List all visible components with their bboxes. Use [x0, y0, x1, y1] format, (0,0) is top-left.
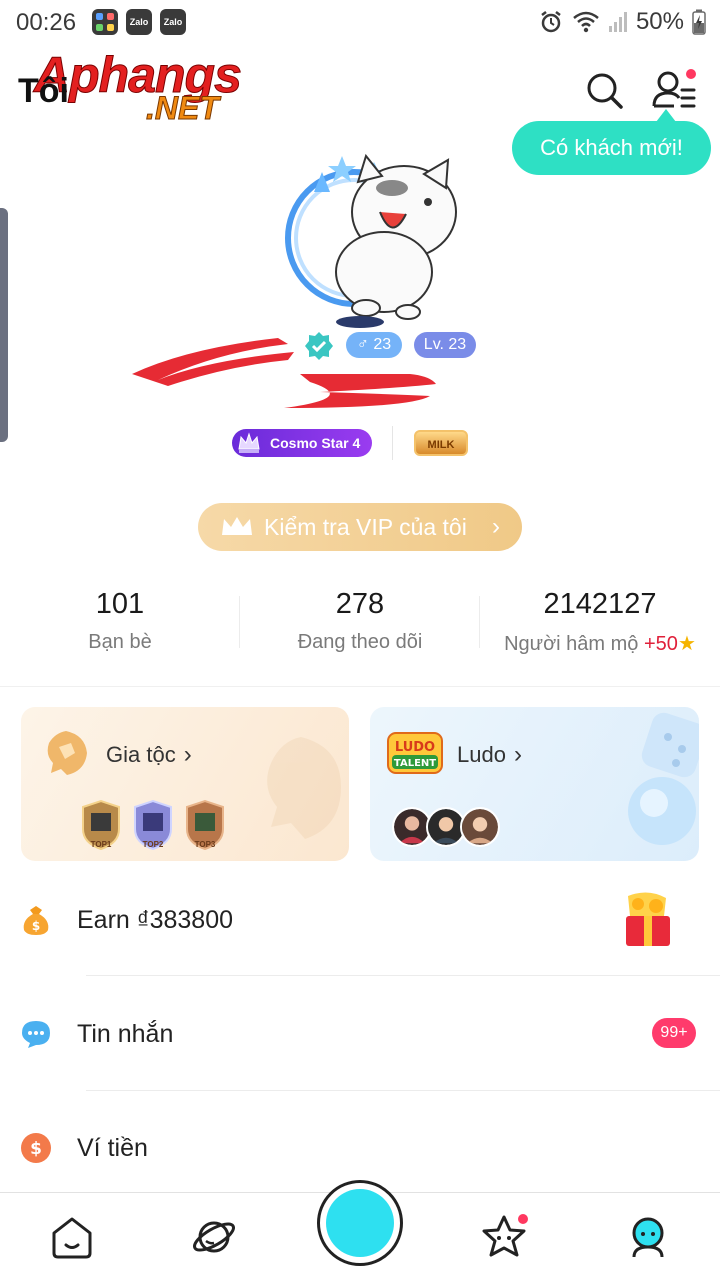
- visitors-notification-dot: [684, 67, 698, 81]
- redacted-user-id: [284, 374, 436, 408]
- status-right: 50%: [538, 8, 706, 36]
- profile-icon[interactable]: [624, 1213, 672, 1261]
- top1-clan-badge: TOP1: [77, 799, 125, 851]
- player-avatar-3: [460, 807, 500, 847]
- menu-earn[interactable]: $ Earn ₫383800: [0, 870, 720, 970]
- check-vip-label: Kiểm tra VIP của tôi: [264, 514, 467, 540]
- status-bar: 00:26 Zalo Zalo 50%: [0, 0, 720, 46]
- svg-text:LUDO: LUDO: [395, 740, 435, 755]
- menu-earn-label: Earn ₫383800: [77, 906, 234, 934]
- redacted-username: [132, 338, 294, 386]
- top1-label: TOP1: [90, 840, 112, 849]
- menu-messages[interactable]: Tin nhắn: [0, 984, 720, 1084]
- svg-text:TALENT: TALENT: [394, 758, 436, 769]
- stat-fans[interactable]: 2142127 Người hâm mộ +50★: [480, 588, 720, 656]
- crown-medal-icon: [238, 432, 260, 453]
- top2-clan-badge: TOP2: [129, 799, 177, 851]
- alarm-icon: [541, 11, 561, 33]
- live-button-inner: [326, 1189, 394, 1257]
- level-badge[interactable]: Lv. 23: [414, 332, 476, 358]
- section-divider: [0, 686, 720, 687]
- zalo-notification-icon: Zalo: [126, 9, 152, 35]
- app-folder-icon: [92, 9, 118, 35]
- menu-messages-label: Tin nhắn: [77, 1020, 174, 1048]
- ludo-title: Ludo: [457, 742, 506, 767]
- chat-bubble-icon: [22, 1021, 50, 1048]
- medal-divider: [392, 426, 393, 460]
- following-label: Đang theo dõi: [297, 631, 423, 653]
- chevron-right-icon: ›: [513, 741, 522, 768]
- crown-icon: [222, 517, 252, 535]
- milk-medal[interactable]: MILK: [414, 430, 468, 456]
- battery-percentage: 50%: [635, 8, 684, 35]
- wallet-dollar-icon: $: [21, 1133, 51, 1163]
- search-icon[interactable]: [584, 70, 624, 110]
- star-icon: ★: [677, 633, 696, 655]
- top3-label: TOP3: [194, 840, 216, 849]
- chevron-right-icon: ›: [492, 513, 500, 540]
- verified-icon: [305, 332, 333, 360]
- top3-clan-badge: TOP3: [181, 799, 229, 851]
- wifi-icon: [573, 11, 599, 33]
- ludo-title-row: Ludo ›: [457, 741, 522, 769]
- clan-title: Gia tộc: [106, 742, 176, 767]
- profile-avatar[interactable]: [284, 152, 474, 332]
- fans-label: Người hâm mộ: [504, 633, 639, 655]
- dice-decoration-icon: [628, 712, 699, 845]
- friends-count: 101: [95, 588, 145, 620]
- battery-charging-icon: [692, 9, 706, 35]
- cosmo-star-label: Cosmo Star 4: [270, 435, 361, 451]
- ludo-card[interactable]: LUDO TALENT Ludo ›: [370, 707, 699, 861]
- status-time: 00:26: [16, 9, 77, 36]
- zalo-notification-icon-2: Zalo: [160, 9, 186, 35]
- svg-text:$: $: [32, 919, 40, 933]
- page-title: Tôi: [18, 72, 69, 110]
- cosmo-star-badge[interactable]: Cosmo Star 4: [232, 429, 372, 457]
- profile-stats: 101 Bạn bè 278 Đang theo dõi 2142127 Ngư…: [0, 588, 720, 658]
- edge-panel-handle[interactable]: [0, 208, 8, 442]
- signal-icon: [608, 12, 627, 32]
- menu-wallet-label: Ví tiền: [77, 1134, 148, 1162]
- top2-label: TOP2: [142, 840, 164, 849]
- unread-messages-badge: 99+: [652, 1018, 696, 1048]
- clan-card[interactable]: Gia tộc › TOP1 TOP2 TOP3: [21, 707, 349, 861]
- new-visitors-tooltip[interactable]: Có khách mới!: [512, 121, 711, 175]
- check-vip-button[interactable]: Kiểm tra VIP của tôi ›: [198, 503, 522, 551]
- gender-age-badge: ♂ 23: [346, 332, 402, 358]
- watermark-logo-bottom: .NET: [146, 90, 220, 127]
- lion-watermark-icon: [267, 737, 341, 839]
- following-count: 278: [335, 588, 385, 620]
- stat-following[interactable]: 278 Đang theo dõi: [240, 588, 480, 654]
- menu-divider: [86, 975, 720, 976]
- stat-friends[interactable]: 101 Bạn bè: [0, 588, 240, 654]
- gift-box-icon: [626, 892, 670, 946]
- money-bag-icon: $: [23, 906, 49, 935]
- fans-increase: +50: [644, 633, 678, 655]
- fans-count: 2142127: [543, 588, 657, 620]
- live-button[interactable]: [317, 1180, 403, 1266]
- chevron-right-icon: ›: [183, 741, 192, 768]
- fans-label-row: Người hâm mộ +50★: [480, 631, 720, 656]
- friends-label: Bạn bè: [88, 631, 152, 653]
- home-icon[interactable]: [48, 1213, 96, 1261]
- planet-icon[interactable]: [190, 1213, 238, 1261]
- menu-divider-2: [86, 1090, 720, 1091]
- svg-text:$: $: [30, 1139, 42, 1159]
- moments-notification-dot: [516, 1212, 530, 1226]
- clan-title-row: Gia tộc ›: [106, 741, 192, 769]
- lion-icon: [47, 731, 87, 775]
- ludo-talent-logo: LUDO TALENT: [387, 732, 443, 774]
